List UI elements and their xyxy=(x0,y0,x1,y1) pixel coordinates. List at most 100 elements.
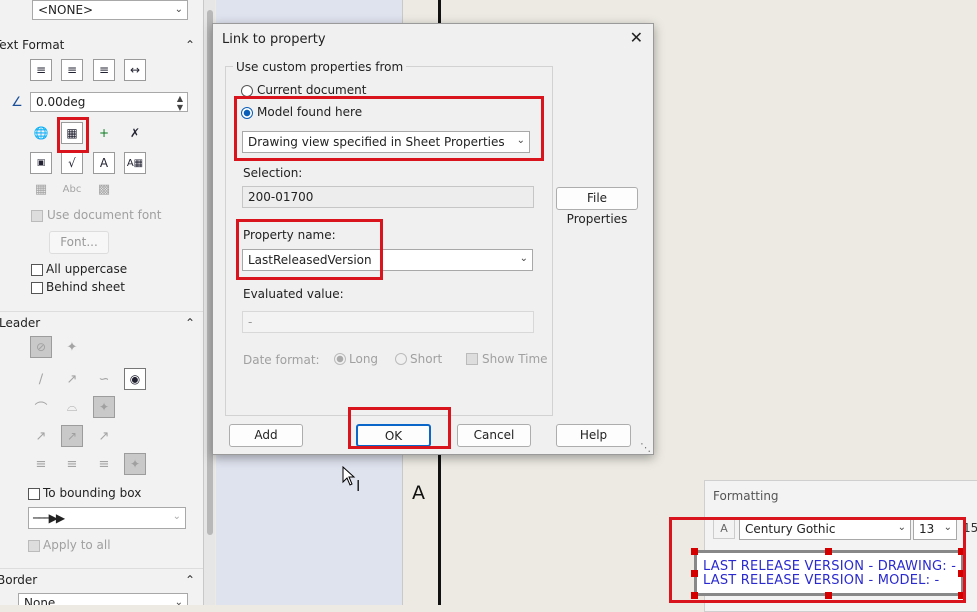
align-left-icon[interactable]: ≡ xyxy=(30,59,52,81)
model-found-here-label: Model found here xyxy=(257,105,363,119)
leader-header[interactable]: Leader ⌃ xyxy=(0,311,203,334)
cancel-button[interactable]: Cancel xyxy=(457,424,531,447)
font-name-value: Century Gothic xyxy=(745,522,836,536)
text-format-title: Text Format xyxy=(0,38,65,52)
apply-to-all-checkbox[interactable] xyxy=(28,540,40,552)
attach-nearest-icon[interactable]: ✦ xyxy=(124,453,146,475)
link-to-property-icon[interactable]: ▦ xyxy=(61,122,83,144)
note-handle[interactable] xyxy=(691,592,698,599)
hyperlink-icon[interactable]: 🌐 xyxy=(30,122,52,144)
date-long-radio[interactable] xyxy=(334,353,346,365)
font-style-icon[interactable]: A xyxy=(713,517,735,539)
note-handle[interactable] xyxy=(691,548,698,555)
behind-sheet-label: Behind sheet xyxy=(46,280,125,294)
property-name-combo[interactable]: LastReleasedVersion ⌄ xyxy=(242,249,533,271)
help-button-label: Help xyxy=(579,428,608,442)
ok-button[interactable]: OK xyxy=(356,424,431,447)
zone-letter: A xyxy=(412,482,425,504)
note-handle[interactable] xyxy=(958,570,965,577)
resize-grip-icon[interactable]: ⋱ xyxy=(640,441,651,454)
show-time-checkbox[interactable] xyxy=(466,353,478,365)
chevron-down-icon: ⌄ xyxy=(174,597,183,605)
no-leader-icon[interactable]: ⊘ xyxy=(30,336,52,358)
note-line-drawing[interactable]: LAST RELEASE VERSION - DRAWING: - xyxy=(703,559,956,574)
balloon-leader-icon[interactable]: ◉ xyxy=(124,368,146,390)
help-button[interactable]: Help xyxy=(556,424,631,447)
align-right-icon[interactable]: ≡ xyxy=(93,59,115,81)
border-header[interactable]: Border ⌃ xyxy=(0,568,203,591)
attach-top-icon: ≡ xyxy=(66,456,78,472)
use-document-font-label: Use document font xyxy=(47,208,162,222)
add-symbol-icon[interactable]: + xyxy=(93,122,115,144)
font-button[interactable]: Font... xyxy=(49,231,109,254)
font-size-value: 13 xyxy=(919,522,935,536)
leader-left-icon: ⌒ xyxy=(34,401,48,417)
behind-sheet-checkbox[interactable] xyxy=(31,282,43,294)
layer-combo-value: <NONE> xyxy=(38,3,94,17)
group-label: Use custom properties from xyxy=(233,60,407,74)
text-format-header[interactable]: Text Format ⌃ xyxy=(0,34,203,56)
current-document-radio[interactable] xyxy=(241,85,253,97)
model-found-here-radio[interactable] xyxy=(241,107,253,119)
note-handle[interactable] xyxy=(958,592,965,599)
font-name-combo[interactable]: Century Gothic ⌄ xyxy=(739,518,911,540)
datum-feature-icon[interactable]: A xyxy=(93,152,115,174)
model-source-combo[interactable]: Drawing view specified in Sheet Properti… xyxy=(242,131,530,153)
chevron-down-icon: ⌄ xyxy=(943,522,952,533)
apply-to-all-label: Apply to all xyxy=(43,538,111,552)
collapse-icon: ⌃ xyxy=(184,316,195,330)
add-button[interactable]: Add xyxy=(229,424,303,447)
surface-finish-icon[interactable]: √ xyxy=(61,152,83,174)
to-bounding-box-label: To bounding box xyxy=(43,486,142,500)
format-painter-icon: ▩ xyxy=(97,181,111,197)
property-name-value: LastReleasedVersion xyxy=(248,253,372,267)
selected-leader-icon[interactable]: ↗ xyxy=(61,425,83,447)
file-properties-label: File Properties xyxy=(566,191,628,226)
straight-leader-icon: ∕ xyxy=(38,371,44,387)
add-button-label: Add xyxy=(254,428,278,442)
arrow-leader-icon: ↗ xyxy=(35,428,47,444)
arrow-style-icon: ───▶▶ xyxy=(33,511,65,525)
note-handle[interactable] xyxy=(825,592,832,599)
leader-nearest-icon[interactable]: ✦ xyxy=(93,396,115,418)
chevron-down-icon: ⌄ xyxy=(172,511,181,522)
evaluated-value-field: - xyxy=(242,311,534,333)
font-button-label: Font... xyxy=(60,235,98,249)
multi-jog-icon: ≡ xyxy=(35,456,47,472)
bent-leader-icon: ↗ xyxy=(66,371,78,387)
font-size-combo[interactable]: 13 ⌄ xyxy=(913,518,957,540)
align-center-icon[interactable]: ≡ xyxy=(61,59,83,81)
border-style-value: None xyxy=(24,596,56,605)
auto-leader-icon: ✦ xyxy=(66,339,78,355)
close-icon[interactable]: ✕ xyxy=(630,28,643,47)
formatting-title: Formatting xyxy=(713,489,779,503)
stack-note-icon[interactable]: A▦ xyxy=(124,152,146,174)
fit-text-icon[interactable]: ↔ xyxy=(124,59,146,81)
collapse-icon: ⌃ xyxy=(184,573,195,587)
lock-symbol-icon[interactable]: ✗ xyxy=(124,122,146,144)
table-icon: ▦ xyxy=(34,181,48,197)
border-style-combo[interactable]: None ⌄ xyxy=(18,593,188,605)
leader-title: Leader xyxy=(0,316,41,330)
spline-leader-icon: ∽ xyxy=(98,371,110,387)
angle-field[interactable]: 0.00deg ▲ ▼ xyxy=(30,92,188,112)
chevron-down-icon: ⌄ xyxy=(516,135,525,146)
note-handle[interactable] xyxy=(825,548,832,555)
all-uppercase-checkbox[interactable] xyxy=(31,264,43,276)
layer-combo[interactable]: <NONE> ⌄ xyxy=(32,0,188,20)
to-bounding-box-checkbox[interactable] xyxy=(28,488,40,500)
file-properties-button[interactable]: File Properties xyxy=(556,187,638,226)
evaluated-value: - xyxy=(248,315,253,329)
collapse-icon: ⌃ xyxy=(184,38,195,52)
arrow-style-combo[interactable]: ───▶▶ ⌄ xyxy=(28,507,186,529)
selection-field: 200-01700 xyxy=(242,186,534,208)
angle-icon: ∠ xyxy=(11,94,23,110)
all-uppercase-label: All uppercase xyxy=(46,262,128,276)
use-document-font-checkbox[interactable] xyxy=(31,210,43,222)
angle-value: 0.00deg xyxy=(36,95,86,109)
note-handle[interactable] xyxy=(691,570,698,577)
gtol-icon[interactable]: ▣ xyxy=(30,152,52,174)
note-line-model[interactable]: LAST RELEASE VERSION - MODEL: - xyxy=(703,573,939,588)
note-handle[interactable] xyxy=(958,548,965,555)
date-short-radio[interactable] xyxy=(395,353,407,365)
